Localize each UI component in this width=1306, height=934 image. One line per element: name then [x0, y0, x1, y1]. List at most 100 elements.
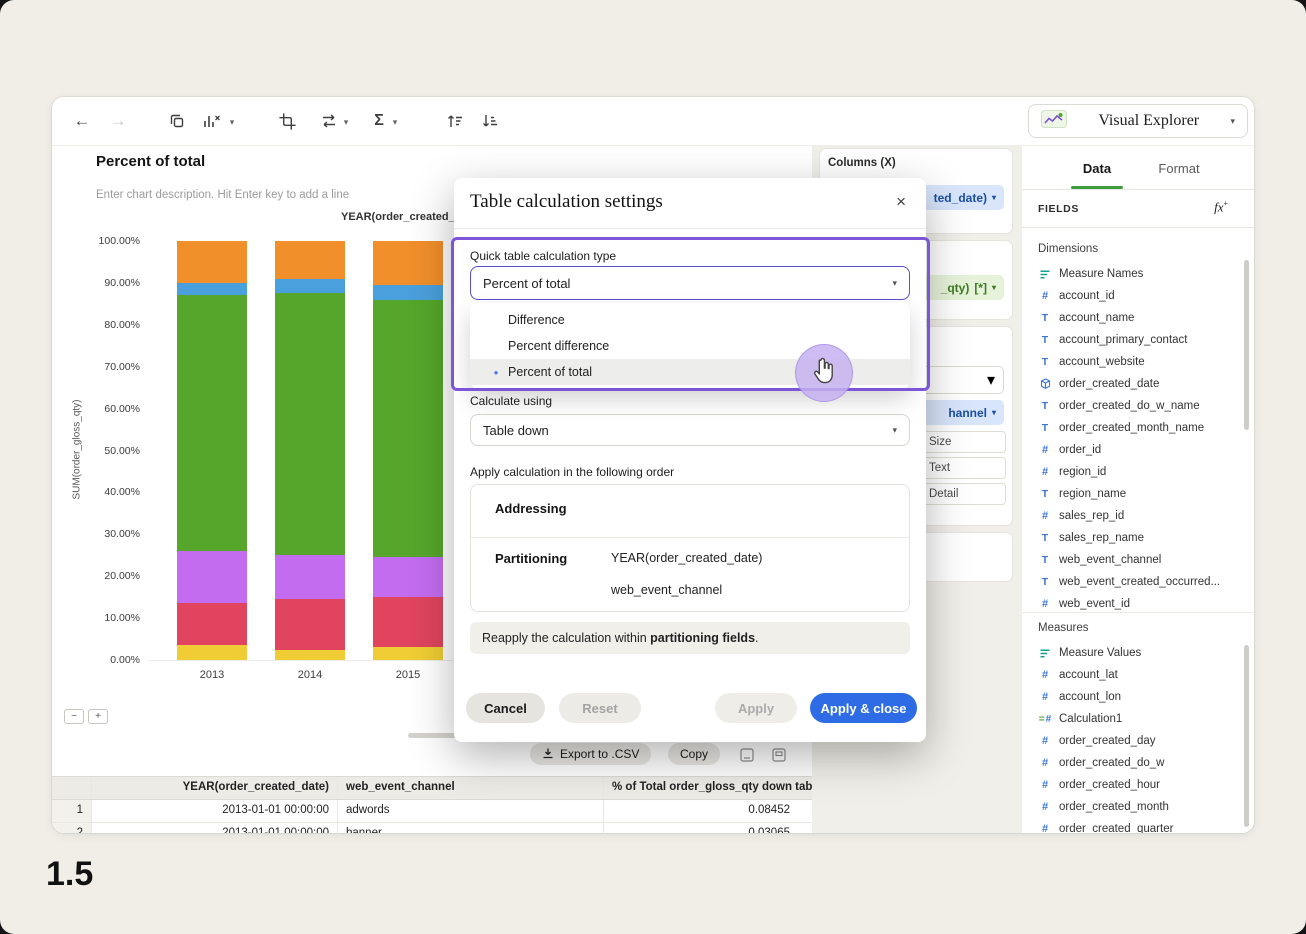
field-item-order-created-month-name[interactable]: Torder_created_month_name: [1022, 417, 1254, 439]
bar-segment-orange[interactable]: [373, 241, 443, 285]
swap-axes-icon[interactable]: [316, 108, 342, 134]
column-header-value[interactable]: % of Total order_gloss_qty down table: [604, 777, 812, 799]
field-item-order-created-month[interactable]: #order_created_month: [1022, 796, 1254, 818]
chevron-down-icon[interactable]: ▾: [389, 117, 401, 128]
field-item-account-lon[interactable]: #account_lon: [1022, 686, 1254, 708]
bar-segment-green[interactable]: [373, 300, 443, 558]
calculation-order-box: Addressing Partitioning YEAR(order_creat…: [470, 484, 910, 612]
zoom-out-button[interactable]: −: [64, 709, 84, 724]
field-item-sales-rep-id[interactable]: #sales_rep_id: [1022, 505, 1254, 527]
field-item-order-created-do-w-name[interactable]: Torder_created_do_w_name: [1022, 395, 1254, 417]
field-item-order-created-do-w[interactable]: #order_created_do_w: [1022, 752, 1254, 774]
field-item-account-id[interactable]: #account_id: [1022, 285, 1254, 307]
crop-icon[interactable]: [274, 108, 300, 134]
menu-option[interactable]: Difference: [470, 307, 910, 333]
stacked-bar-2014[interactable]: [275, 241, 345, 660]
dimensions-scrollbar[interactable]: [1244, 260, 1249, 430]
bar-segment-red[interactable]: [275, 599, 345, 649]
column-header-channel[interactable]: web_event_channel: [338, 777, 604, 799]
field-item-web-event-channel[interactable]: Tweb_event_channel: [1022, 549, 1254, 571]
text-type-icon: T: [1038, 312, 1052, 324]
field-item-account-website[interactable]: Taccount_website: [1022, 351, 1254, 373]
copy-button[interactable]: Copy: [668, 743, 720, 765]
row-number-header: [52, 777, 92, 799]
bar-segment-yellow[interactable]: [275, 650, 345, 661]
modal-title: Table calculation settings: [470, 191, 663, 213]
table-row[interactable]: 12013-01-01 00:00:00adwords0.08452: [52, 800, 812, 823]
forward-arrow-button[interactable]: →: [105, 108, 131, 134]
collapse-panel-icon[interactable]: [738, 746, 756, 764]
text-type-icon: T: [1038, 422, 1052, 434]
field-item-order-created-date[interactable]: order_created_date: [1022, 373, 1254, 395]
quick-calc-select[interactable]: Percent of total ▾: [470, 266, 910, 300]
expand-panel-icon[interactable]: [770, 746, 788, 764]
bar-segment-yellow[interactable]: [373, 647, 443, 660]
visualization-switcher[interactable]: Visual Explorer ▾: [1028, 104, 1248, 138]
cancel-button[interactable]: Cancel: [466, 693, 545, 723]
columns-shelf-title: Columns (X): [828, 157, 896, 169]
bar-segment-red[interactable]: [373, 597, 443, 647]
chart-description-placeholder[interactable]: Enter chart description. Hit Enter key t…: [96, 189, 349, 201]
field-item-account-lat[interactable]: #account_lat: [1022, 664, 1254, 686]
chevron-down-icon: ▾: [992, 283, 996, 292]
field-name: account_website: [1059, 356, 1145, 368]
close-icon[interactable]: ×: [890, 191, 912, 213]
clear-chart-icon[interactable]: [198, 108, 224, 134]
field-item-account-name[interactable]: Taccount_name: [1022, 307, 1254, 329]
bar-segment-orange[interactable]: [177, 241, 247, 283]
back-arrow-button[interactable]: ←: [69, 108, 95, 134]
tab-format[interactable]: Format: [1149, 157, 1209, 179]
stacked-bar-2013[interactable]: [177, 241, 247, 660]
chevron-down-icon[interactable]: ▾: [226, 117, 238, 128]
bar-segment-yellow[interactable]: [177, 645, 247, 660]
bar-segment-purple[interactable]: [177, 551, 247, 603]
bar-segment-purple[interactable]: [373, 557, 443, 597]
data-sidebar: Data Format FIELDS fx+ Dimensions Measur…: [1022, 145, 1254, 833]
bar-segment-green[interactable]: [177, 295, 247, 551]
field-item-order-created-hour[interactable]: #order_created_hour: [1022, 774, 1254, 796]
table-row[interactable]: 22013-01-01 00:00:00banner0.03065: [52, 823, 812, 833]
measure-field-pill-badge: [*]: [974, 281, 987, 295]
sort-descending-icon[interactable]: [477, 108, 503, 134]
stacked-bar-2015[interactable]: [373, 241, 443, 660]
field-item-measure-names[interactable]: Measure Names: [1022, 263, 1254, 285]
field-item-order-created-quarter[interactable]: #order_created_quarter: [1022, 818, 1254, 833]
column-header-year[interactable]: YEAR(order_created_date): [92, 777, 338, 799]
bar-segment-orange[interactable]: [275, 241, 345, 279]
order-box-divider: [471, 537, 909, 538]
chevron-down-icon[interactable]: ▾: [340, 117, 352, 128]
field-item-account-primary-contact[interactable]: Taccount_primary_contact: [1022, 329, 1254, 351]
tab-data[interactable]: Data: [1071, 157, 1123, 179]
bar-segment-red[interactable]: [177, 603, 247, 645]
y-tick-label: 80.00%: [78, 319, 140, 331]
add-calculation-icon[interactable]: fx+: [1214, 199, 1228, 215]
field-item-order-created-day[interactable]: #order_created_day: [1022, 730, 1254, 752]
duplicate-icon[interactable]: [164, 108, 190, 134]
field-item-web-event-created-occurred-[interactable]: Tweb_event_created_occurred...: [1022, 571, 1254, 593]
bar-segment-blue[interactable]: [275, 279, 345, 294]
channel-cell: banner: [338, 823, 604, 833]
bar-segment-green[interactable]: [275, 293, 345, 555]
bar-segment-purple[interactable]: [275, 555, 345, 599]
export-csv-button[interactable]: Export to .CSV: [530, 743, 651, 765]
field-item-calculation1[interactable]: =#Calculation1: [1022, 708, 1254, 730]
measures-scrollbar[interactable]: [1244, 645, 1249, 827]
reset-button[interactable]: Reset: [559, 693, 641, 723]
apply-close-button[interactable]: Apply & close: [810, 693, 917, 723]
field-item-web-event-id[interactable]: #web_event_id: [1022, 593, 1254, 613]
bar-segment-blue[interactable]: [373, 285, 443, 300]
field-name: web_event_channel: [1059, 554, 1161, 566]
zoom-in-button[interactable]: +: [88, 709, 108, 724]
color-field-pill-label: hannel: [948, 406, 987, 420]
field-item-region-id[interactable]: #region_id: [1022, 461, 1254, 483]
apply-button[interactable]: Apply: [715, 693, 797, 723]
bar-segment-blue[interactable]: [177, 283, 247, 296]
field-name: order_id: [1059, 444, 1101, 456]
calculate-using-select[interactable]: Table down ▾: [470, 414, 910, 446]
field-item-order-id[interactable]: #order_id: [1022, 439, 1254, 461]
field-item-sales-rep-name[interactable]: Tsales_rep_name: [1022, 527, 1254, 549]
sort-ascending-icon[interactable]: [442, 108, 468, 134]
field-item-region-name[interactable]: Tregion_name: [1022, 483, 1254, 505]
chart-title[interactable]: Percent of total: [96, 153, 205, 170]
field-item-measure-values[interactable]: Measure Values: [1022, 642, 1254, 664]
